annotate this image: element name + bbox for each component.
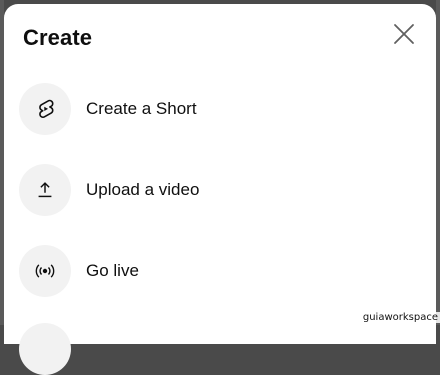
watermark-text: guiaworkspace bbox=[360, 312, 440, 323]
sheet-title: Create bbox=[23, 25, 93, 50]
icon-circle bbox=[19, 164, 71, 216]
close-button[interactable] bbox=[390, 20, 418, 48]
upload-icon bbox=[38, 182, 52, 198]
close-icon bbox=[394, 24, 414, 44]
menu-item-upload-video[interactable]: Upload a video bbox=[4, 147, 436, 228]
create-sheet: Create Create a Short Upload a video Go … bbox=[4, 4, 436, 375]
menu-item-create-short[interactable]: Create a Short bbox=[4, 66, 436, 147]
live-broadcast-icon bbox=[35, 264, 55, 278]
menu-item-partial bbox=[19, 323, 71, 375]
shorts-icon bbox=[39, 99, 54, 118]
sheet-header: Create bbox=[4, 4, 436, 66]
menu-item-go-live[interactable]: Go live bbox=[4, 228, 436, 309]
menu-item-label: Upload a video bbox=[86, 180, 200, 199]
icon-circle bbox=[19, 245, 71, 297]
create-menu: Create a Short Upload a video Go live bbox=[4, 66, 436, 309]
menu-item-label: Go live bbox=[86, 261, 139, 280]
icon-circle bbox=[19, 83, 71, 135]
menu-item-label: Create a Short bbox=[86, 99, 197, 118]
